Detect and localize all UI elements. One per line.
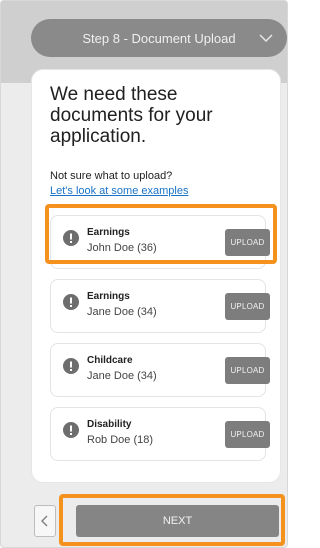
app-screen: Step 8 - Document Upload We need these d… — [0, 0, 288, 548]
chevron-down-icon — [259, 34, 273, 43]
document-item-childcare-jane: Childcare Jane Doe (34) UPLOAD — [50, 343, 270, 397]
upload-button[interactable]: UPLOAD — [225, 293, 270, 320]
chevron-left-icon — [41, 515, 48, 527]
document-title: Disability — [87, 419, 132, 430]
alert-icon — [63, 422, 79, 438]
document-person: Rob Doe (18) — [87, 434, 154, 446]
step-label: Step 8 - Document Upload — [82, 30, 236, 46]
document-item-earnings-jane: Earnings Jane Doe (34) UPLOAD — [50, 279, 270, 333]
document-title: Earnings — [87, 291, 130, 302]
document-person: Jane Doe (34) — [87, 306, 157, 318]
page-title: We need these documents for your applica… — [50, 84, 213, 147]
examples-link[interactable]: Let's look at some examples — [50, 185, 188, 197]
alert-icon — [63, 294, 79, 310]
step-selector[interactable]: Step 8 - Document Upload — [31, 19, 287, 57]
alert-icon — [63, 358, 79, 374]
documents-card: We need these documents for your applica… — [31, 69, 281, 483]
back-button[interactable] — [34, 505, 56, 537]
document-person: Jane Doe (34) — [87, 370, 157, 382]
help-text: Not sure what to upload? — [50, 170, 173, 182]
document-title: Childcare — [87, 355, 133, 366]
upload-button[interactable]: UPLOAD — [225, 357, 270, 384]
upload-button[interactable]: UPLOAD — [225, 421, 270, 448]
document-item-disability-rob: Disability Rob Doe (18) UPLOAD — [50, 407, 270, 461]
highlight-outline-first-document — [45, 204, 277, 264]
highlight-outline-next-button — [59, 494, 285, 546]
